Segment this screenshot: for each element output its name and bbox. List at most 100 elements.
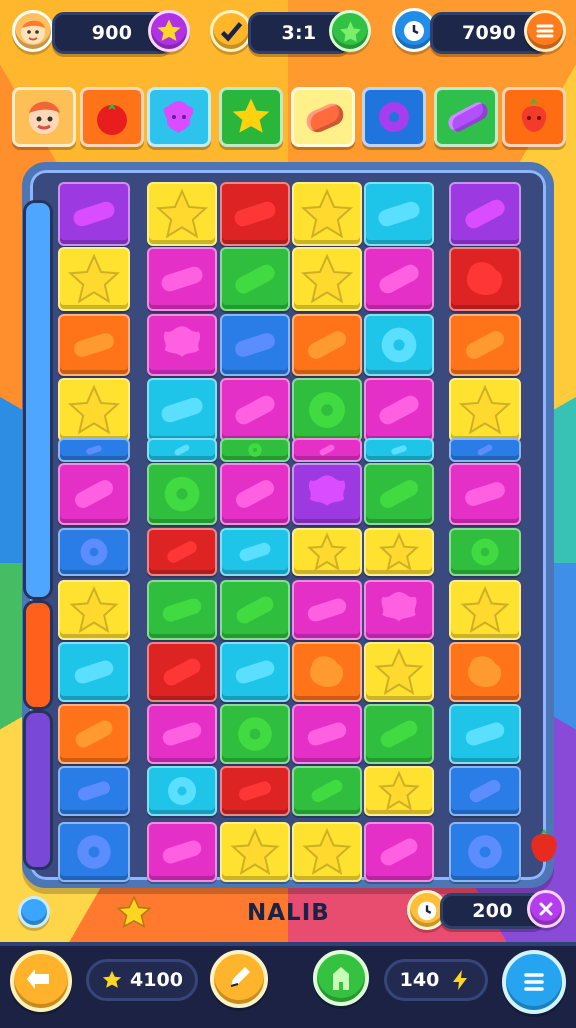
bean-candy [73, 201, 115, 227]
bean-candy [378, 201, 420, 227]
star-candy [378, 532, 420, 571]
star-candy [69, 585, 119, 634]
bottom-score: 200 [472, 900, 513, 922]
bean-candy [379, 264, 419, 294]
bean-candy [235, 480, 275, 508]
star-candy [378, 770, 420, 811]
bean-candy [163, 658, 201, 686]
gem-icon [18, 896, 50, 928]
bolt-icon [453, 970, 468, 990]
star-icon[interactable] [148, 10, 190, 52]
bean-candy [465, 722, 505, 746]
bean-candy [235, 395, 275, 425]
goal-flower-tile [147, 87, 211, 147]
bean-candy [307, 331, 347, 359]
ring-candy [238, 717, 272, 751]
goal-tomato-tile [80, 87, 144, 147]
ring-candy [309, 392, 345, 428]
bean-candy [380, 838, 418, 866]
bean-candy [379, 480, 419, 508]
blob-candy [310, 656, 344, 688]
star-candy [67, 253, 121, 304]
goal-star-tile [219, 87, 283, 147]
star-icon [102, 970, 122, 988]
ring-candy [80, 538, 108, 566]
ring-candy [468, 835, 502, 869]
bean-candy [445, 99, 491, 135]
bean-candy [238, 781, 272, 801]
star-candy [306, 532, 348, 571]
ring-candy [168, 777, 196, 805]
pencil-icon[interactable] [210, 950, 268, 1008]
bean-candy [307, 598, 347, 622]
bean-candy [161, 266, 203, 292]
goal-ring-tile [362, 87, 426, 147]
goal-jelly-tile [291, 87, 355, 147]
bean-candy [162, 598, 202, 622]
jelly-candy [303, 100, 347, 136]
goal-strawberry-tile [502, 87, 566, 147]
bean-candy [234, 201, 276, 227]
star-candy [300, 253, 354, 304]
star-candy [300, 188, 354, 239]
bean-candy [74, 660, 114, 684]
bean-candy [77, 781, 111, 801]
bean-candy [379, 395, 419, 425]
ring-candy [381, 327, 417, 363]
flower-candy [163, 326, 201, 357]
star-candy [460, 585, 510, 634]
house-icon[interactable] [313, 950, 369, 1006]
bean-candy [162, 840, 202, 864]
star-candy [67, 384, 121, 435]
bean-candy [311, 779, 343, 803]
ring-candy [77, 835, 111, 869]
ring-candy [471, 538, 499, 566]
bean-candy [391, 445, 407, 455]
bean-candy [380, 720, 418, 748]
bean-candy [465, 482, 505, 506]
bean-candy [236, 596, 274, 624]
stars-total-value: 4100 [130, 969, 183, 991]
star-candy [230, 827, 280, 876]
bean-candy [465, 331, 505, 359]
bean-candy [161, 397, 203, 423]
bean-candy [235, 264, 275, 294]
menu-icon[interactable] [524, 10, 566, 52]
bean-candy [235, 333, 275, 357]
ring-candy [164, 476, 200, 512]
left-rail-blue [23, 200, 53, 600]
check-icon[interactable] [210, 10, 252, 52]
player-score: 900 [91, 22, 133, 44]
star-candy [302, 827, 352, 876]
leaf-icon[interactable] [329, 10, 371, 52]
coins-value: 7090 [461, 22, 517, 44]
bean-candy [86, 445, 102, 455]
flower-candy [381, 592, 417, 622]
moves-value: 3:1 [281, 22, 317, 44]
back-arrow-icon[interactable] [10, 950, 72, 1012]
stars-total: 4100 [86, 959, 198, 1001]
goal-bean-tile [434, 87, 498, 147]
level-title: NALIB [247, 900, 330, 926]
left-rail-orange [23, 600, 53, 710]
list-icon[interactable] [502, 950, 566, 1014]
left-rail-purple [23, 710, 53, 870]
bean-candy [74, 333, 114, 357]
side-tomato-candy [531, 829, 557, 862]
bean-candy [167, 541, 197, 563]
goal-avatar-tile [12, 87, 76, 147]
lives-total: 140 [384, 959, 488, 1001]
bean-candy [235, 660, 275, 684]
bean-candy [469, 779, 501, 803]
bean-candy [74, 480, 114, 508]
bean-candy [477, 444, 493, 456]
star-candy [374, 647, 424, 696]
star-icon [116, 895, 152, 929]
close-icon[interactable] [527, 890, 565, 928]
player-avatar[interactable] [12, 10, 54, 52]
bean-candy [319, 444, 335, 456]
bean-candy [162, 722, 202, 746]
ring-candy [248, 443, 262, 457]
lives-total-value: 140 [399, 969, 440, 991]
star-candy [458, 384, 512, 435]
